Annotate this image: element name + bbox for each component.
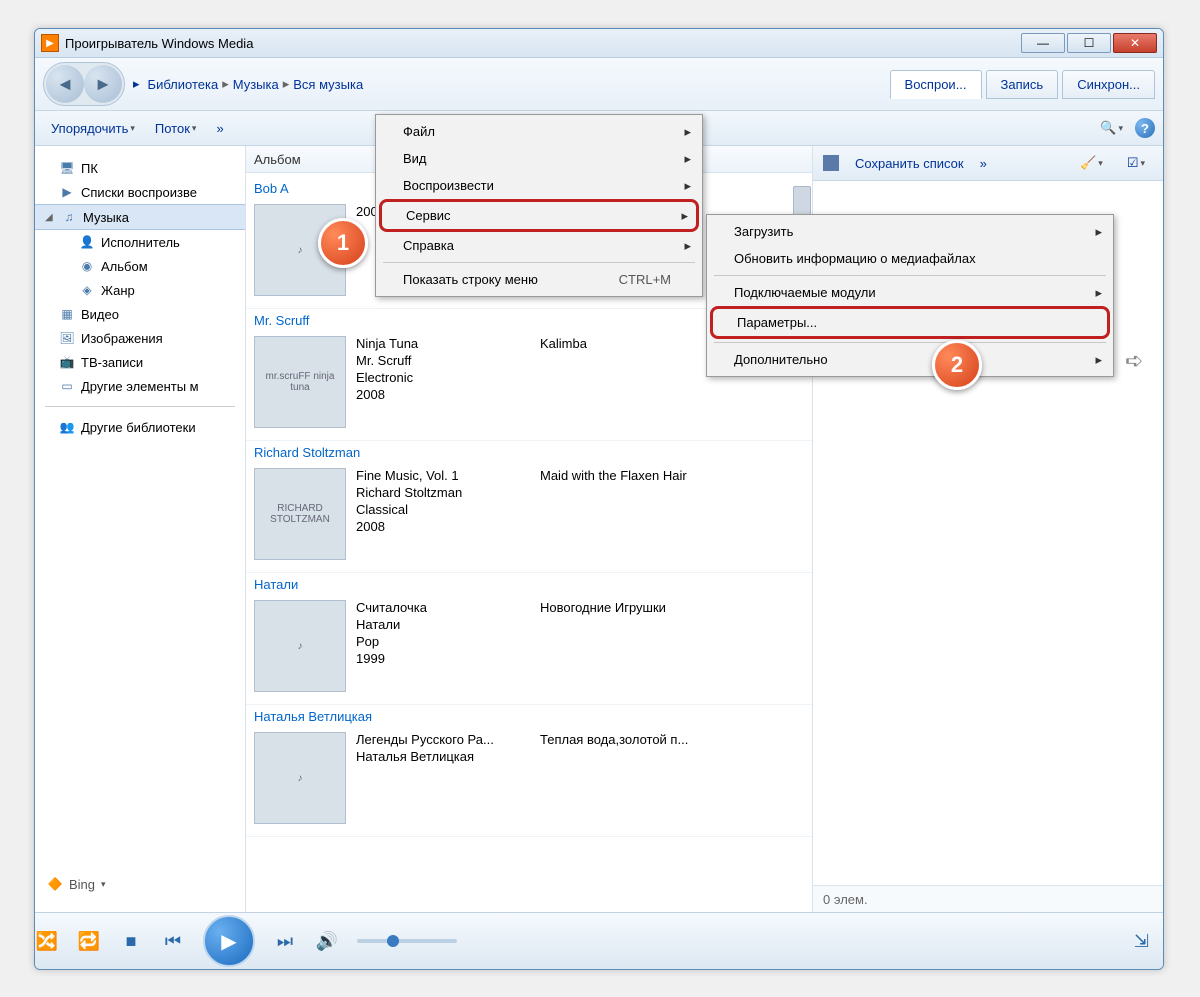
nav-music[interactable]: ◢♫Музыка — [35, 204, 245, 230]
nav-row: ◄ ► ▸ Библиотека▸ Музыка▸ Вся музыка Вос… — [35, 58, 1163, 111]
tab-sync[interactable]: Синхрон... — [1062, 70, 1155, 99]
breadcrumb: Библиотека▸ Музыка▸ Вся музыка — [148, 76, 364, 92]
track-title[interactable]: Kalimba — [540, 336, 587, 428]
menu-item[interactable]: Файл — [379, 118, 699, 145]
nav-genre[interactable]: ◈Жанр — [35, 278, 245, 302]
menu-item[interactable]: Подключаемые модули — [710, 279, 1110, 306]
more-button[interactable]: » — [208, 117, 231, 140]
minimize-button[interactable]: — — [1021, 33, 1065, 53]
tab-record[interactable]: Запись — [986, 70, 1059, 99]
next-button[interactable]: ⏭ — [273, 929, 297, 953]
artist-link[interactable]: Натали — [246, 573, 812, 596]
album-info-line: 1999 — [356, 651, 526, 666]
album-info-line: Richard Stoltzman — [356, 485, 526, 500]
album-info-line: Наталья Ветлицкая — [356, 749, 526, 764]
organize-button[interactable]: Упорядочить▾ — [43, 117, 143, 140]
stream-button[interactable]: Поток▾ — [147, 117, 205, 140]
artist-link[interactable]: Наталья Ветлицкая — [246, 705, 812, 728]
menu-item[interactable]: Обновить информацию о медиафайлах — [710, 245, 1110, 272]
window-title: Проигрыватель Windows Media — [65, 36, 253, 51]
menu-item[interactable]: Дополнительно — [710, 346, 1110, 373]
menu-item[interactable]: Загрузить — [710, 218, 1110, 245]
back-button[interactable]: ◄ — [46, 65, 84, 103]
track-title[interactable]: Maid with the Flaxen Hair — [540, 468, 687, 560]
nav-tv[interactable]: 📺ТВ-записи — [35, 350, 245, 374]
album-row[interactable]: RICHARD STOLTZMAN Fine Music, Vol. 1 Richa… — [246, 464, 812, 573]
album-row[interactable]: ♪ Легенды Русского Ра... Наталья Ветлицкая… — [246, 728, 812, 837]
stop-button[interactable]: ■ — [119, 929, 143, 953]
nav-otherlibs[interactable]: 👥Другие библиотеки — [35, 415, 245, 439]
album-info-line: Натали — [356, 617, 526, 632]
artist-link[interactable]: Richard Stoltzman — [246, 441, 812, 464]
volume-slider[interactable] — [357, 939, 457, 943]
playlist-toolbar: Сохранить список » 🧹▾ ☑▾ — [813, 146, 1163, 181]
nav-images[interactable]: 🖼Изображения — [35, 326, 245, 350]
bing-link[interactable]: 🔶Bing▾ — [35, 866, 245, 902]
help-button[interactable]: ? — [1135, 118, 1155, 138]
album-info-line: 2008 — [356, 519, 526, 534]
search-dropdown[interactable]: 🔍▾ — [1092, 116, 1131, 140]
album-cover: RICHARD STOLTZMAN — [254, 468, 346, 560]
nav-album[interactable]: ◉Альбом — [35, 254, 245, 278]
playlist-status: 0 элем. — [813, 885, 1163, 912]
breadcrumb-item[interactable]: Библиотека — [148, 77, 219, 92]
context-menu-main: ФайлВидВоспроизвестиСервисСправка Показат… — [375, 114, 703, 297]
nav-video[interactable]: ▦Видео — [35, 302, 245, 326]
nav-playlists[interactable]: ▶Списки воспроизве — [35, 180, 245, 204]
album-row[interactable]: ♪ Считалочка Натали Pop 1999 Новогодние Игруш… — [246, 596, 812, 705]
expand-arrow-icon[interactable]: ➪ — [1125, 348, 1143, 374]
forward-button[interactable]: ► — [84, 65, 122, 103]
album-info-line: Mr. Scruff — [356, 353, 526, 368]
shuffle-button[interactable]: 🔀 — [35, 929, 59, 953]
fullscreen-button[interactable]: ⇲ — [1134, 931, 1149, 952]
menu-item[interactable]: Вид — [379, 145, 699, 172]
nav-pc[interactable]: 🖥ПК — [35, 156, 245, 180]
tab-play[interactable]: Воспрои... — [890, 70, 982, 99]
album-info-line: Fine Music, Vol. 1 — [356, 468, 526, 483]
album-info-line: Electronic — [356, 370, 526, 385]
menu-item[interactable]: Справка — [379, 232, 699, 259]
menu-item[interactable]: Параметры... — [710, 306, 1110, 339]
album-info-line: Classical — [356, 502, 526, 517]
annotation-marker-1: 1 — [318, 218, 368, 268]
album-info-line: Pop — [356, 634, 526, 649]
volume-icon[interactable]: 🔊 — [315, 929, 339, 953]
close-button[interactable]: ✕ — [1113, 33, 1157, 53]
track-title[interactable]: Новогодние Игрушки — [540, 600, 666, 692]
breadcrumb-item[interactable]: Музыка — [233, 77, 279, 92]
view-button[interactable]: ☑▾ — [1119, 151, 1153, 175]
breadcrumb-item[interactable]: Вся музыка — [293, 77, 363, 92]
play-button[interactable]: ▶ — [203, 915, 255, 967]
album-cover: mr.scruFF ninja tuna — [254, 336, 346, 428]
nav-artist[interactable]: 👤Исполнитель — [35, 230, 245, 254]
album-info-line: Ninja Tuna — [356, 336, 526, 351]
nav-pane: 🖥ПК ▶Списки воспроизве ◢♫Музыка 👤Исполни… — [35, 146, 246, 912]
player-bar: 🔀 🔁 ■ ⏮ ▶ ⏭ 🔊 ⇲ — [35, 912, 1163, 969]
menu-item[interactable]: Сервис — [379, 199, 699, 232]
maximize-button[interactable]: ☐ — [1067, 33, 1111, 53]
repeat-button[interactable]: 🔁 — [77, 929, 101, 953]
album-info-line: 2008 — [356, 387, 526, 402]
disk-icon — [823, 155, 839, 171]
nav-other[interactable]: ▭Другие элементы м — [35, 374, 245, 398]
app-icon: ▶ — [41, 34, 59, 52]
album-cover: ♪ — [254, 600, 346, 692]
context-menu-tools: ЗагрузитьОбновить информацию о медиафайл… — [706, 214, 1114, 377]
album-info-line: Считалочка — [356, 600, 526, 615]
menu-item[interactable]: Показать строку менюCTRL+M — [379, 266, 699, 293]
album-cover: ♪ — [254, 732, 346, 824]
album-info-line: Легенды Русского Ра... — [356, 732, 526, 747]
clear-button[interactable]: 🧹▾ — [1072, 151, 1111, 175]
menu-item[interactable]: Воспроизвести — [379, 172, 699, 199]
save-list-button[interactable]: Сохранить список — [847, 152, 972, 175]
annotation-marker-2: 2 — [932, 340, 982, 390]
chev-button[interactable]: » — [980, 156, 987, 171]
track-title[interactable]: Теплая вода,золотой п... — [540, 732, 688, 824]
prev-button[interactable]: ⏮ — [161, 929, 185, 953]
titlebar: ▶ Проигрыватель Windows Media — ☐ ✕ — [35, 29, 1163, 58]
